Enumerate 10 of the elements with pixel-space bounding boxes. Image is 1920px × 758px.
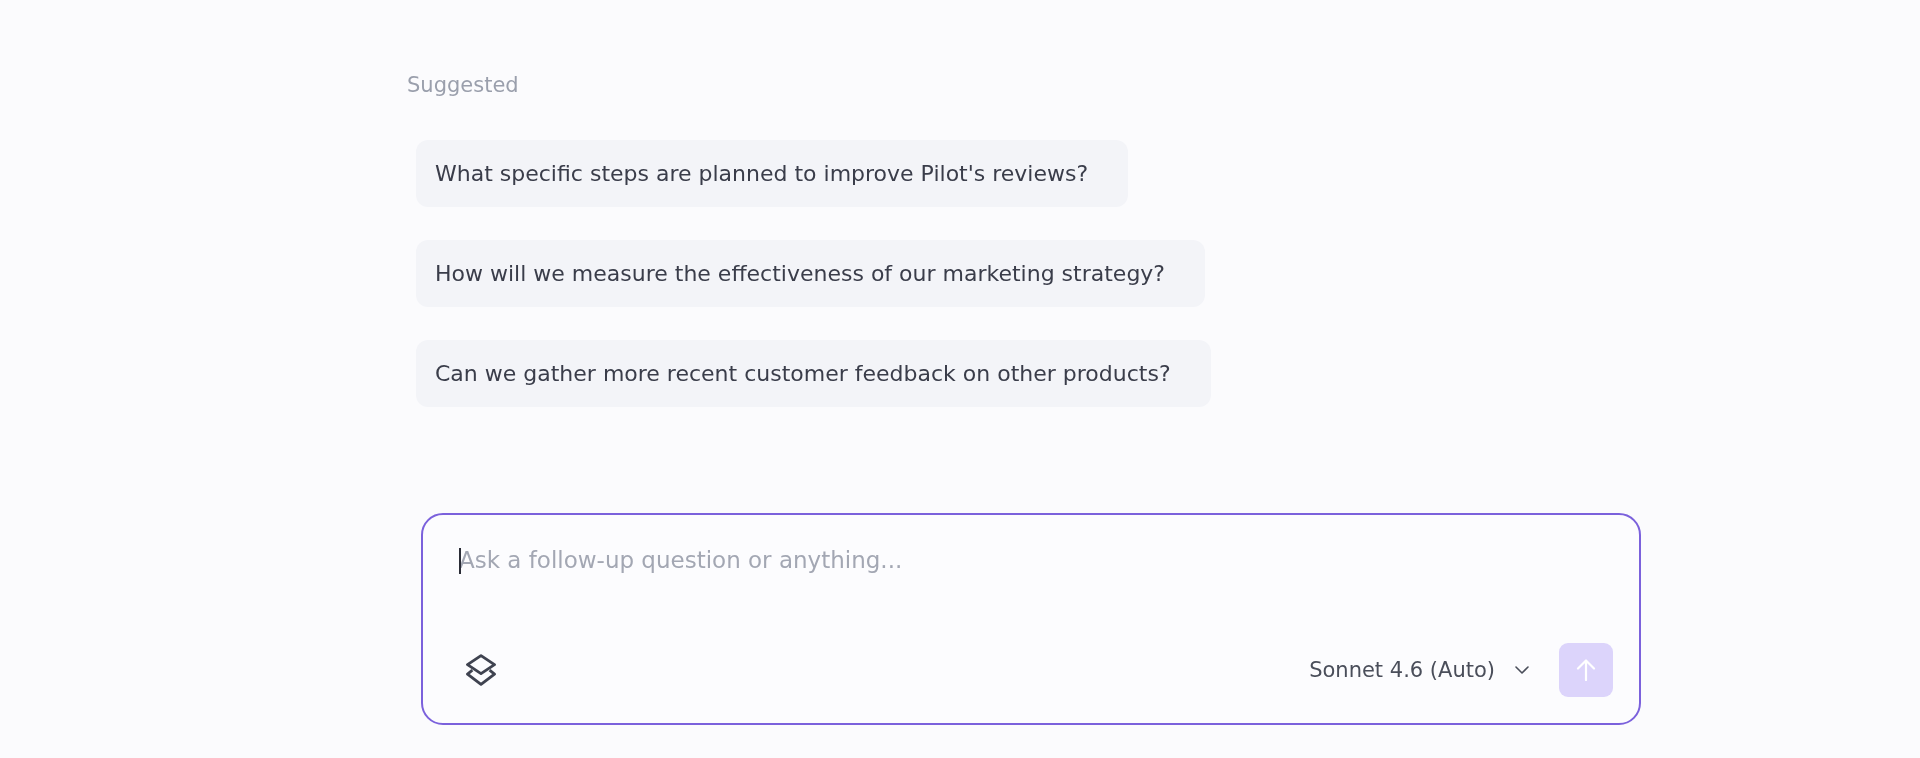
layers-icon[interactable] [465, 654, 497, 686]
suggested-heading: Suggested [407, 72, 519, 98]
message-input-box[interactable]: Ask a follow-up question or anything... Sonnet 4.6 (Auto) [421, 513, 1641, 725]
suggestion-button[interactable]: How will we measure the effectiveness of our marketing strategy? [416, 240, 1206, 307]
suggestion-button[interactable]: What specific steps are planned to improve Pilot's reviews? [416, 140, 1129, 207]
suggestion-button[interactable]: Can we gather more recent customer feedback on other products? [416, 340, 1211, 407]
chevron-down-icon [1515, 666, 1529, 674]
model-selector[interactable]: Sonnet 4.6 (Auto) [1309, 658, 1529, 682]
text-cursor [459, 548, 461, 574]
arrow-up-icon [1576, 659, 1596, 681]
